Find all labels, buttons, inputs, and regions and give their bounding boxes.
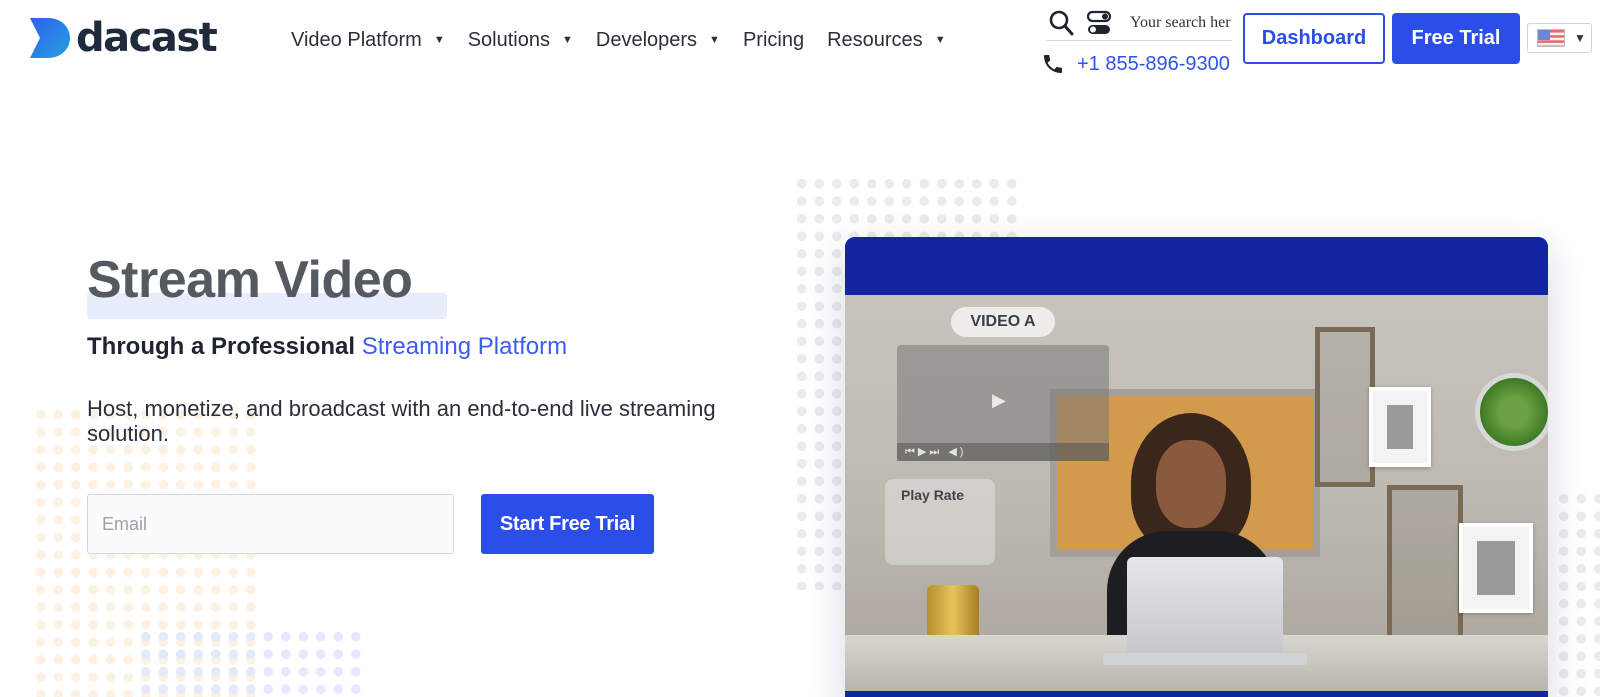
video-card-footer xyxy=(845,691,1548,697)
picture-frame-image xyxy=(1459,523,1533,613)
caret-down-icon: ▼ xyxy=(709,34,720,46)
decor-dots-blue xyxy=(137,628,365,697)
video-card-header xyxy=(845,237,1548,295)
video-a-badge: VIDEO A xyxy=(951,307,1055,337)
shelf-image xyxy=(1315,327,1375,487)
hero-subtitle: Through a Professional Streaming Platfor… xyxy=(87,333,567,361)
hero-subtitle-prefix: Through a Professional xyxy=(87,333,362,360)
phone-link[interactable]: +1 855-896-9300 xyxy=(1041,52,1230,76)
toggle-icon[interactable] xyxy=(1086,9,1112,37)
dashboard-button[interactable]: Dashboard xyxy=(1243,13,1385,64)
presenter-face-image xyxy=(1156,440,1226,528)
decor-dots-gray-right xyxy=(1555,490,1600,697)
phone-icon xyxy=(1044,55,1062,73)
language-selector[interactable]: ▼ xyxy=(1527,23,1592,53)
start-free-trial-button[interactable]: Start Free Trial xyxy=(481,494,654,554)
search-input[interactable] xyxy=(1130,12,1232,34)
nav-label: Developers xyxy=(595,28,698,51)
nav-label: Video Platform xyxy=(291,28,422,51)
laptop-base-image xyxy=(1103,653,1307,665)
site-header: dacast Video Platform ▼ Solutions ▼ Deve… xyxy=(0,0,1600,84)
video-preview-card[interactable]: ▶ ⏮▶⏭ ◀) Play Rate VIDEO A xyxy=(845,237,1548,697)
hero-subtitle-accent: Streaming Platform xyxy=(361,333,568,360)
logo-mark-icon xyxy=(30,18,70,58)
main-nav: Video Platform ▼ Solutions ▼ Developers … xyxy=(291,24,969,56)
search-icon[interactable] xyxy=(1048,9,1074,37)
free-trial-button[interactable]: Free Trial xyxy=(1392,13,1520,64)
nav-item-resources[interactable]: Resources ▼ xyxy=(827,29,946,52)
video-thumbnail[interactable]: ▶ ⏮▶⏭ ◀) Play Rate VIDEO A xyxy=(845,295,1548,691)
logo-wordmark: dacast xyxy=(76,15,218,61)
nav-item-pricing[interactable]: Pricing xyxy=(743,29,804,52)
picture-frame-image xyxy=(1369,387,1431,467)
play-rate-overlay: Play Rate xyxy=(885,479,995,565)
nav-item-developers[interactable]: Developers ▼ xyxy=(596,29,720,52)
mini-player-controls: ⏮▶⏭ ◀) xyxy=(897,443,1109,461)
nav-label: Solutions xyxy=(467,28,550,51)
header-search-bar xyxy=(1046,9,1232,41)
nav-item-solutions[interactable]: Solutions ▼ xyxy=(468,29,573,52)
caret-down-icon: ▼ xyxy=(561,34,573,46)
us-flag-icon xyxy=(1537,29,1565,47)
play-rate-label: Play Rate xyxy=(901,487,965,503)
mini-player-overlay: ▶ ⏮▶⏭ ◀) xyxy=(897,345,1109,461)
caret-down-icon: ▼ xyxy=(934,34,946,46)
phone-number: +1 855-896-9300 xyxy=(1077,52,1230,75)
hero-title: Stream Video xyxy=(87,251,413,309)
laptop-image xyxy=(1127,557,1283,657)
hero-description: Host, monetize, and broadcast with an en… xyxy=(87,396,716,446)
nav-label: Resources xyxy=(827,28,923,51)
caret-down-icon: ▼ xyxy=(1574,31,1586,45)
nav-label: Pricing xyxy=(742,28,805,51)
nav-item-video-platform[interactable]: Video Platform ▼ xyxy=(291,29,445,52)
plant-image xyxy=(1475,373,1548,451)
email-field[interactable] xyxy=(87,494,454,554)
caret-down-icon: ▼ xyxy=(433,34,445,46)
dacast-logo[interactable]: dacast xyxy=(28,14,218,62)
play-icon: ▶ xyxy=(992,390,1006,410)
